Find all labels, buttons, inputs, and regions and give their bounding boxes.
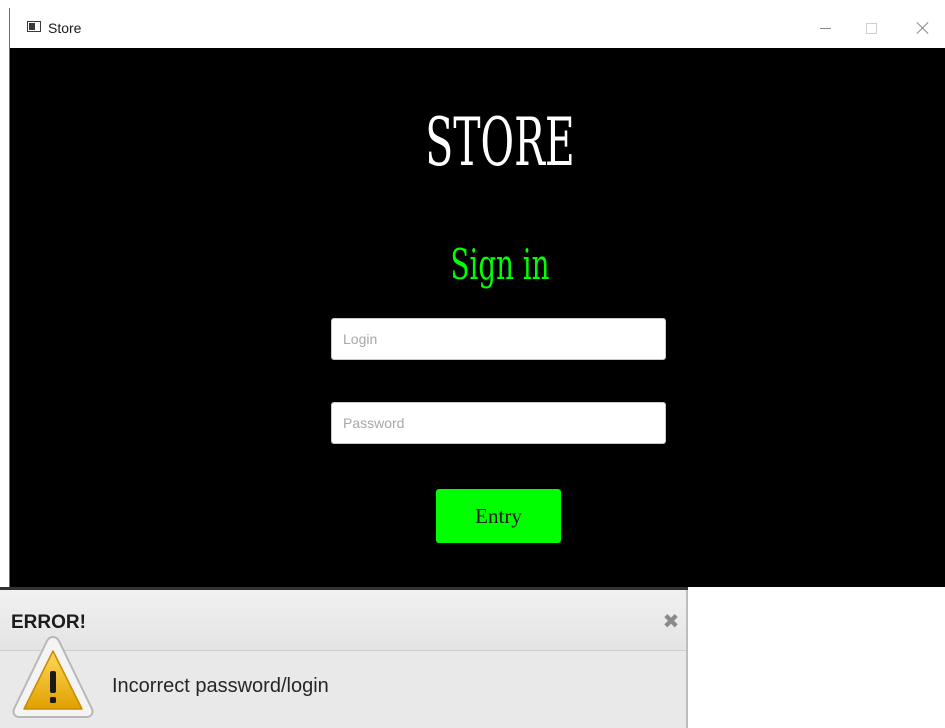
minimize-icon: [819, 27, 831, 29]
login-panel: STORE Sign in Entry: [10, 48, 945, 587]
maximize-button[interactable]: [848, 8, 894, 48]
store-window: Store STORE Sign in Entry: [9, 8, 945, 587]
app-window-icon: [27, 21, 41, 32]
maximize-icon: [865, 22, 877, 34]
error-message: Incorrect password/login: [112, 675, 329, 697]
close-icon: [916, 21, 930, 35]
login-input[interactable]: [331, 318, 666, 360]
entry-button[interactable]: Entry: [436, 489, 561, 543]
minimize-button[interactable]: [802, 8, 848, 48]
error-dialog-header: ERROR! ✖: [0, 590, 686, 651]
dialog-close-icon[interactable]: ✖: [661, 611, 681, 631]
title-bar[interactable]: Store: [10, 8, 945, 48]
dialog-border: [686, 590, 688, 728]
error-dialog: ERROR! ✖ Incorrect password/login: [0, 587, 688, 728]
password-input[interactable]: [331, 402, 666, 444]
sign-in-heading: Sign in: [450, 240, 550, 289]
warning-icon: [12, 635, 94, 718]
close-window-button[interactable]: [900, 8, 945, 48]
window-title: Store: [48, 20, 82, 36]
store-heading: STORE: [425, 104, 575, 181]
